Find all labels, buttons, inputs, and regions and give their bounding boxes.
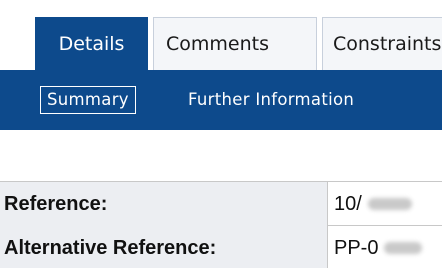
redacted-text [384, 241, 423, 254]
tab-bar: Details Comments Constraints [0, 0, 442, 70]
details-table: Reference: 10/ Alternative Reference: PP… [0, 181, 442, 268]
page: Details Comments Constraints Summary Fur… [0, 0, 442, 268]
reference-label: Reference: [0, 182, 328, 226]
alternative-reference-label: Alternative Reference: [0, 226, 328, 268]
table-row: Reference: 10/ [0, 182, 442, 226]
reference-value-text: 10/ [334, 193, 362, 215]
subnav-summary-label: Summary [40, 85, 136, 114]
redacted-text [367, 197, 412, 210]
subnav-further-information-link[interactable]: Further Information [188, 70, 354, 130]
sub-navigation: Summary Further Information [0, 70, 442, 130]
table-row: Alternative Reference: PP-0 [0, 226, 442, 268]
alternative-reference-value-text: PP-0 [334, 237, 379, 259]
reference-value: 10/ [334, 182, 412, 226]
subnav-summary-link[interactable]: Summary [40, 70, 136, 130]
tab-comments[interactable]: Comments [153, 17, 317, 70]
tab-details[interactable]: Details [35, 17, 148, 70]
alternative-reference-value: PP-0 [334, 226, 423, 268]
tab-constraints[interactable]: Constraints [322, 17, 442, 70]
